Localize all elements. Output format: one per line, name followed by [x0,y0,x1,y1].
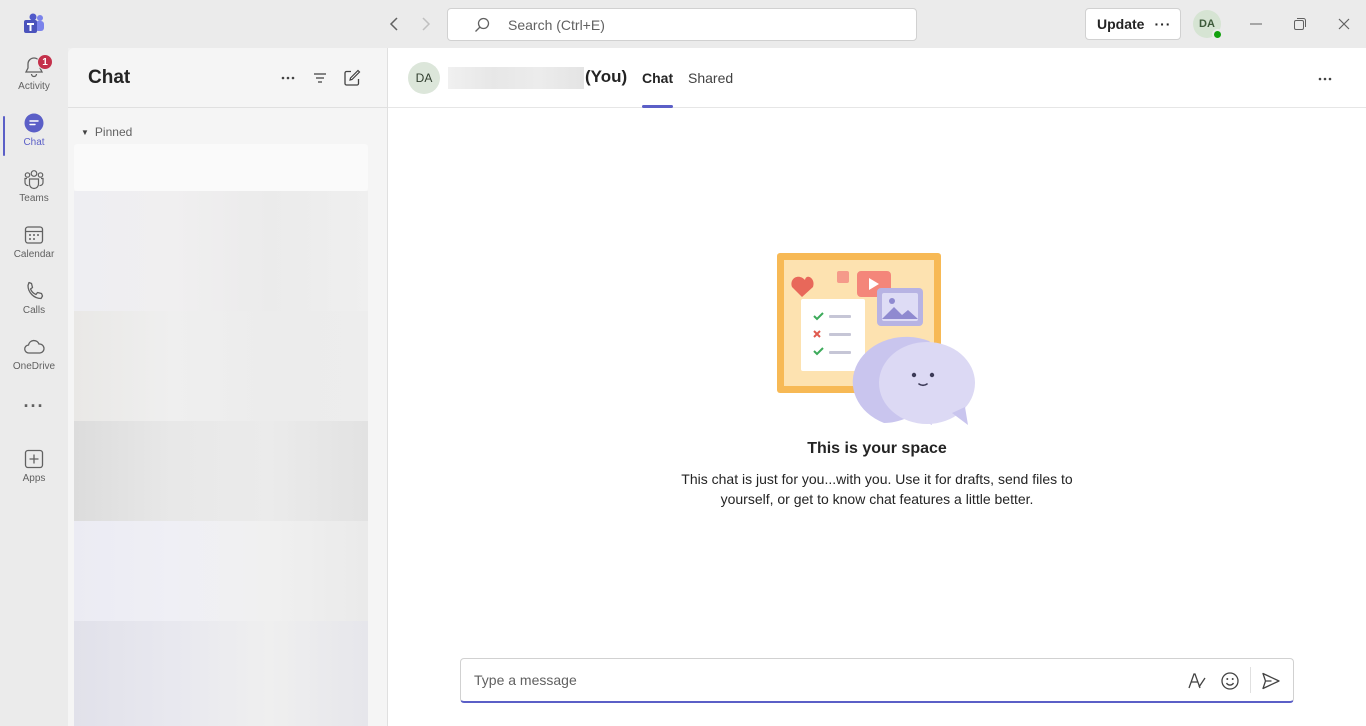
search-icon [474,17,490,33]
empty-state-description: This chat is just for you...with you. Us… [681,471,1073,507]
more-icon: ··· [23,396,45,416]
list-item[interactable] [74,311,368,421]
divider [1250,667,1251,693]
compose-box[interactable] [460,658,1294,703]
rail-item-calls[interactable]: Calls [0,272,68,326]
rail-label: Teams [19,193,49,204]
message-input[interactable] [474,672,1164,688]
calendar-icon [24,226,44,244]
chat-list-pane: Chat ▼ Pinned [68,48,388,726]
blurred-contact-name [448,67,584,89]
rail-item-apps[interactable]: Apps [0,440,68,494]
more-options-icon: ··· [1154,16,1172,32]
back-arrow-icon[interactable] [384,14,404,34]
chat-icon [24,113,44,133]
list-item[interactable] [74,421,368,521]
teams-logo-icon[interactable] [22,12,46,36]
rail-item-calendar[interactable]: Calendar [0,216,68,270]
list-item[interactable] [74,191,368,311]
empty-state-illustration [777,253,975,425]
title-bar: Update ··· DA [0,0,1366,48]
list-item[interactable] [74,621,368,726]
tab-chat[interactable]: Chat [642,70,674,108]
rail-item-activity[interactable]: 1 Activity [0,48,68,102]
rail-label: OneDrive [12,361,56,372]
app-rail: 1 Activity Chat Teams Calendar Calls One… [0,48,68,726]
forward-arrow-icon[interactable] [416,14,436,34]
chat-list-header: Chat [68,48,387,108]
more-options-icon[interactable] [278,68,298,88]
close-icon[interactable] [1332,12,1356,36]
emoji-icon[interactable] [1220,671,1240,691]
search-input[interactable] [508,16,888,33]
teams-icon [24,170,44,190]
send-icon[interactable] [1261,671,1281,691]
rail-label: Chat [23,137,45,148]
minimize-icon[interactable] [1244,12,1268,36]
rail-label: Calls [22,305,46,316]
cloud-icon [24,339,45,354]
pinned-section-toggle[interactable]: ▼ Pinned [81,125,132,139]
pinned-label: Pinned [94,125,133,139]
new-chat-icon[interactable] [342,68,362,88]
presence-available-icon [1212,29,1223,40]
avatar[interactable]: DA [408,62,440,94]
rail-item-onedrive[interactable]: OneDrive [0,328,68,382]
tab-shared[interactable]: Shared [688,70,733,108]
format-icon[interactable] [1187,671,1207,691]
empty-state-title: This is your space [807,440,947,457]
update-label: Update [1097,16,1145,32]
phone-icon [27,281,44,300]
conversation-header: DA (You) Chat Shared [388,48,1366,108]
rail-label: Activity [18,81,50,92]
rail-label: Calendar [13,249,55,260]
list-item[interactable] [74,521,368,621]
avatar-initials: DA [1199,18,1215,30]
profile-avatar[interactable]: DA [1193,10,1223,40]
chat-list-title: Chat [88,67,131,88]
notification-badge: 1 [37,54,53,70]
more-options-icon[interactable] [1318,68,1332,86]
blurred-chat-list [74,144,368,726]
rail-more-apps[interactable]: ··· [0,394,68,426]
filter-icon[interactable] [310,68,330,88]
update-button[interactable]: Update ··· [1085,8,1181,40]
conversation-pane: DA (You) Chat Shared This is your space … [388,48,1366,726]
rail-label: Apps [22,473,46,484]
add-app-icon [24,449,44,469]
rail-item-teams[interactable]: Teams [0,160,68,214]
search-box[interactable] [447,8,917,41]
restore-icon[interactable] [1288,12,1312,36]
rail-item-chat[interactable]: Chat [0,104,68,158]
avatar-initials: DA [415,71,433,85]
caret-down-icon: ▼ [81,127,89,137]
list-item[interactable] [74,144,368,191]
contact-name-suffix: (You) [585,67,628,86]
